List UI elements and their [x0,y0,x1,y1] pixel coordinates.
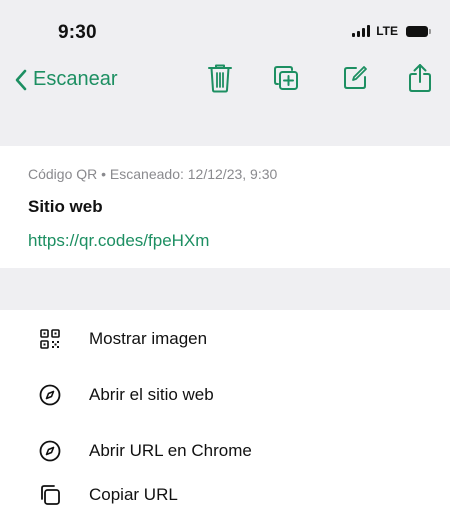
delete-button[interactable] [204,62,236,94]
back-button[interactable]: Escanear [14,68,118,91]
status-time: 9:30 [58,22,97,43]
network-type: LTE [376,24,398,38]
battery-icon [406,25,431,37]
status-indicators: LTE [352,24,431,38]
status-bar: 9:30 LTE [0,0,450,60]
copy-icon [38,483,62,507]
compass-icon [38,439,62,463]
action-label: Abrir el sitio web [89,385,214,404]
scan-title: Sitio web [28,197,103,216]
section-divider [0,268,450,310]
action-open-in-chrome[interactable]: Abrir URL en Chrome [0,426,450,476]
action-label: Mostrar imagen [89,329,208,348]
compass-icon [38,383,62,407]
action-label: Abrir URL en Chrome [89,441,252,460]
signal-icon [352,25,371,37]
scan-meta: Código QR • Escaneado: 12/12/23, 9:30 [28,166,278,182]
duplicate-icon [274,66,298,90]
edit-button[interactable] [339,62,371,94]
edit-icon [344,66,367,89]
duplicate-button[interactable] [270,62,302,94]
scan-url-link[interactable]: https://qr.codes/fpeHXm [28,231,209,251]
qr-code-icon [38,327,62,351]
action-show-image[interactable]: Mostrar imagen [0,314,450,364]
scan-info: Código QR • Escaneado: 12/12/23, 9:30 Si… [0,146,450,268]
navigation-bar: Escanear [0,60,450,108]
action-open-website[interactable]: Abrir el sitio web [0,370,450,420]
share-icon [409,64,431,92]
trash-icon [208,64,232,93]
chevron-left-icon [15,69,27,90]
action-label: Copiar URL [89,485,178,504]
back-label: Escanear [33,68,118,90]
action-copy-url[interactable]: Copiar URL [0,470,450,520]
share-button[interactable] [404,62,436,94]
